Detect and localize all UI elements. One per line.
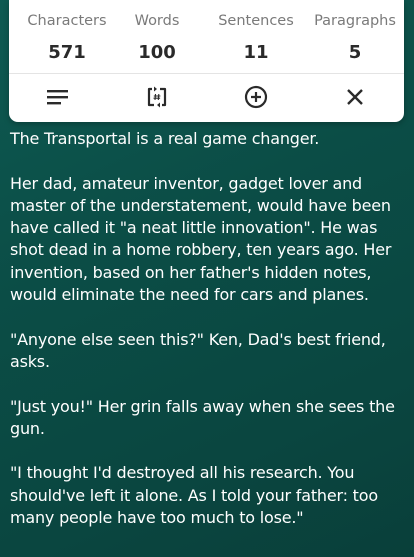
stat-value: 5 [348,42,362,63]
stat-label: Words [134,13,180,29]
add-button[interactable] [241,83,271,111]
paragraph: "I thought I'd destroyed all his researc… [10,463,378,528]
stat-value: 100 [138,42,176,63]
paragraph: Her dad, amateur inventor, gadget lover … [10,173,392,305]
close-button[interactable] [340,83,370,111]
toolbar [9,74,404,120]
add-circle-icon [244,85,268,109]
stat-paragraphs: Paragraphs 5 [305,0,405,64]
stat-words: Words 100 [107,0,207,64]
stat-value: 11 [243,42,269,63]
menu-button[interactable] [43,83,73,111]
close-icon [347,89,363,105]
recount-button[interactable] [142,83,172,111]
stat-label: Characters [27,13,107,29]
stat-sentences: Sentences 11 [206,0,306,64]
stat-label: Sentences [218,13,294,29]
paragraph: The Transportal is a real game changer. [10,129,320,148]
stat-label: Paragraphs [314,13,396,29]
count-refresh-icon [147,86,167,108]
paragraph: "Anyone else seen this?" Ken, Dad's best… [10,329,386,371]
text-content[interactable]: The Transportal is a real game changer. … [10,128,406,552]
menu-icon [47,90,68,105]
paragraph: "Just you!" Her grin falls away when she… [10,396,395,438]
stat-value: 571 [48,42,86,63]
stats-card: Characters 571 Words 100 Sentences 11 Pa… [9,0,404,122]
stats-row: Characters 571 Words 100 Sentences 11 Pa… [9,0,404,72]
stat-characters: Characters 571 [17,0,117,64]
